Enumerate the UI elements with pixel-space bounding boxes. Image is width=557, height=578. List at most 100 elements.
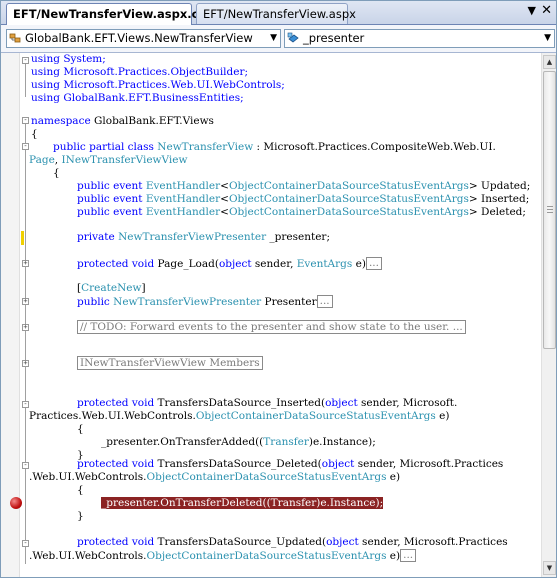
breakpoint-line[interactable]: _presenter.OnTransferDeleted((Transfer)e… bbox=[101, 497, 384, 510]
code-token: ObjectContainerDataSourceStatusEventArgs bbox=[146, 471, 387, 483]
code-line: using System; bbox=[31, 53, 106, 66]
code-line: protected void TransfersDataSource_Delet… bbox=[77, 458, 503, 471]
code-editor-window: EFT/NewTransferView.aspx.cs* EFT/NewTran… bbox=[0, 0, 557, 578]
code-token: Page_Load( bbox=[154, 258, 219, 270]
code-token: sender, Microsoft.Practices bbox=[354, 458, 504, 470]
code-line: .Web.UI.WebControls.ObjectContainerDataS… bbox=[29, 549, 417, 562]
code-token: using GlobalBank.EFT.BusinessEntities; bbox=[31, 92, 244, 104]
code-token: NewTransferViewPresenter bbox=[113, 296, 262, 308]
code-token: ObjectContainerDataSourceStatusEventArgs bbox=[228, 180, 469, 192]
code-token: Presenter bbox=[261, 296, 317, 308]
breakpoint-highlighted-statement[interactable]: _presenter.OnTransferDeleted((Transfer)e… bbox=[101, 497, 384, 509]
chevron-down-icon[interactable]: ▼ bbox=[544, 30, 551, 47]
collapsed-block-indicator[interactable]: ... bbox=[400, 549, 417, 562]
class-icon bbox=[9, 33, 21, 43]
expand-toggle[interactable]: + bbox=[22, 324, 29, 331]
code-token: < bbox=[220, 193, 229, 205]
field-icon bbox=[287, 32, 299, 43]
code-line: { bbox=[53, 167, 60, 180]
code-token: { bbox=[77, 484, 84, 496]
member-selector-dropdown[interactable]: _presenter ▼ bbox=[284, 29, 555, 48]
code-token: _presenter.OnTransferAdded(( bbox=[101, 436, 264, 448]
code-token: < bbox=[220, 206, 229, 218]
code-token: { bbox=[53, 167, 60, 179]
code-token: TransfersDataSource_Updated( bbox=[154, 536, 327, 548]
code-token: Updated; bbox=[477, 180, 531, 192]
code-token: Transfer bbox=[263, 436, 309, 448]
code-token: e) bbox=[386, 550, 401, 562]
code-token: Page bbox=[29, 154, 55, 166]
code-token: sender, Microsoft. bbox=[357, 397, 458, 409]
code-line: INewTransferViewView Members bbox=[77, 356, 263, 370]
tab-list-dropdown-icon[interactable]: ▼ bbox=[528, 4, 536, 17]
outline-guide bbox=[25, 64, 26, 97]
breakpoint-icon[interactable] bbox=[10, 497, 22, 509]
collapse-toggle[interactable]: - bbox=[22, 401, 29, 408]
code-line: public NewTransferViewPresenter Presente… bbox=[77, 295, 333, 308]
member-selector-value: _presenter bbox=[303, 31, 365, 45]
code-token: using System; bbox=[31, 53, 106, 65]
code-line: protected void TransfersDataSource_Inser… bbox=[77, 397, 457, 410]
expand-toggle[interactable]: + bbox=[22, 260, 29, 267]
code-token: public event bbox=[77, 193, 143, 205]
code-line: using GlobalBank.EFT.BusinessEntities; bbox=[31, 92, 244, 105]
collapse-toggle[interactable]: - bbox=[22, 117, 29, 124]
code-token: CreateNew bbox=[81, 282, 142, 294]
code-token: < bbox=[220, 180, 229, 192]
code-token: > bbox=[468, 206, 478, 218]
thumb-grip bbox=[547, 212, 553, 213]
code-line: { bbox=[31, 128, 38, 141]
outline-guide bbox=[25, 124, 26, 564]
change-marker bbox=[21, 231, 24, 245]
code-line: public event EventHandler<ObjectContaine… bbox=[77, 180, 530, 193]
collapse-toggle[interactable]: - bbox=[22, 462, 29, 469]
code-token: )e.Instance); bbox=[308, 436, 376, 448]
collapse-toggle[interactable]: - bbox=[22, 143, 29, 150]
code-token: sender, bbox=[251, 258, 297, 270]
chevron-down-icon[interactable]: ▼ bbox=[270, 30, 277, 47]
code-token: e) bbox=[386, 471, 401, 483]
code-token: public event bbox=[77, 206, 143, 218]
code-token: using Microsoft.Practices.ObjectBuilder; bbox=[31, 66, 249, 78]
code-line: Practices.Web.UI.WebControls.ObjectConta… bbox=[29, 410, 449, 423]
code-editor[interactable]: - - - + + + + - - - using System; using … bbox=[1, 53, 541, 577]
scroll-up-button[interactable]: ▲ bbox=[543, 55, 556, 69]
collapse-toggle[interactable]: - bbox=[22, 540, 29, 547]
collapse-toggle[interactable]: - bbox=[22, 57, 29, 64]
tab-newtransferview-aspx[interactable]: EFT/NewTransferView.aspx bbox=[196, 3, 356, 24]
code-token: .Web.UI.WebControls. bbox=[29, 550, 147, 562]
code-token: .Web.UI.WebControls. bbox=[29, 471, 147, 483]
thumb-grip bbox=[547, 209, 553, 210]
code-token: private bbox=[77, 231, 115, 243]
code-token: EventHandler bbox=[145, 193, 221, 205]
code-line: } bbox=[77, 510, 84, 523]
code-token: object bbox=[325, 397, 358, 409]
close-tab-icon[interactable]: ✕ bbox=[541, 3, 552, 18]
code-token: NewTransferViewPresenter bbox=[118, 231, 267, 243]
code-line: protected void TransfersDataSource_Updat… bbox=[77, 536, 508, 549]
scroll-down-button[interactable]: ▼ bbox=[543, 561, 556, 575]
collapsed-block-indicator[interactable]: ... bbox=[316, 295, 333, 308]
document-tab-strip: EFT/NewTransferView.aspx.cs* EFT/NewTran… bbox=[1, 1, 556, 25]
code-line: { bbox=[77, 484, 84, 497]
class-selector-value: GlobalBank.EFT.Views.NewTransferView bbox=[25, 31, 253, 45]
code-token: ObjectContainerDataSourceStatusEventArgs bbox=[146, 550, 387, 562]
code-token: ObjectContainerDataSourceStatusEventArgs bbox=[228, 193, 469, 205]
code-line: { bbox=[77, 423, 84, 436]
expand-toggle[interactable]: + bbox=[22, 360, 29, 367]
code-line: protected void Page_Load(object sender, … bbox=[77, 257, 382, 270]
code-token: Inserted; bbox=[477, 193, 530, 205]
vertical-scrollbar[interactable]: ▲ ▼ bbox=[541, 53, 556, 577]
tab-newtransferview-aspx-cs[interactable]: EFT/NewTransferView.aspx.cs* bbox=[6, 3, 211, 25]
code-token: { bbox=[31, 128, 38, 140]
expand-toggle[interactable]: + bbox=[22, 298, 29, 305]
collapsed-region[interactable]: INewTransferViewView Members bbox=[77, 356, 263, 370]
code-token: NewTransferView bbox=[157, 141, 254, 153]
collapsed-todo-comment[interactable]: // TODO: Forward events to the presenter… bbox=[77, 320, 466, 334]
code-token: GlobalBank.EFT.Views bbox=[90, 115, 214, 127]
class-selector-dropdown[interactable]: GlobalBank.EFT.Views.NewTransferView ▼ bbox=[6, 29, 281, 48]
code-token: public event bbox=[77, 180, 143, 192]
code-token: { bbox=[77, 423, 84, 435]
scrollbar-thumb[interactable] bbox=[543, 71, 556, 349]
collapsed-block-indicator[interactable]: ... bbox=[365, 257, 382, 270]
